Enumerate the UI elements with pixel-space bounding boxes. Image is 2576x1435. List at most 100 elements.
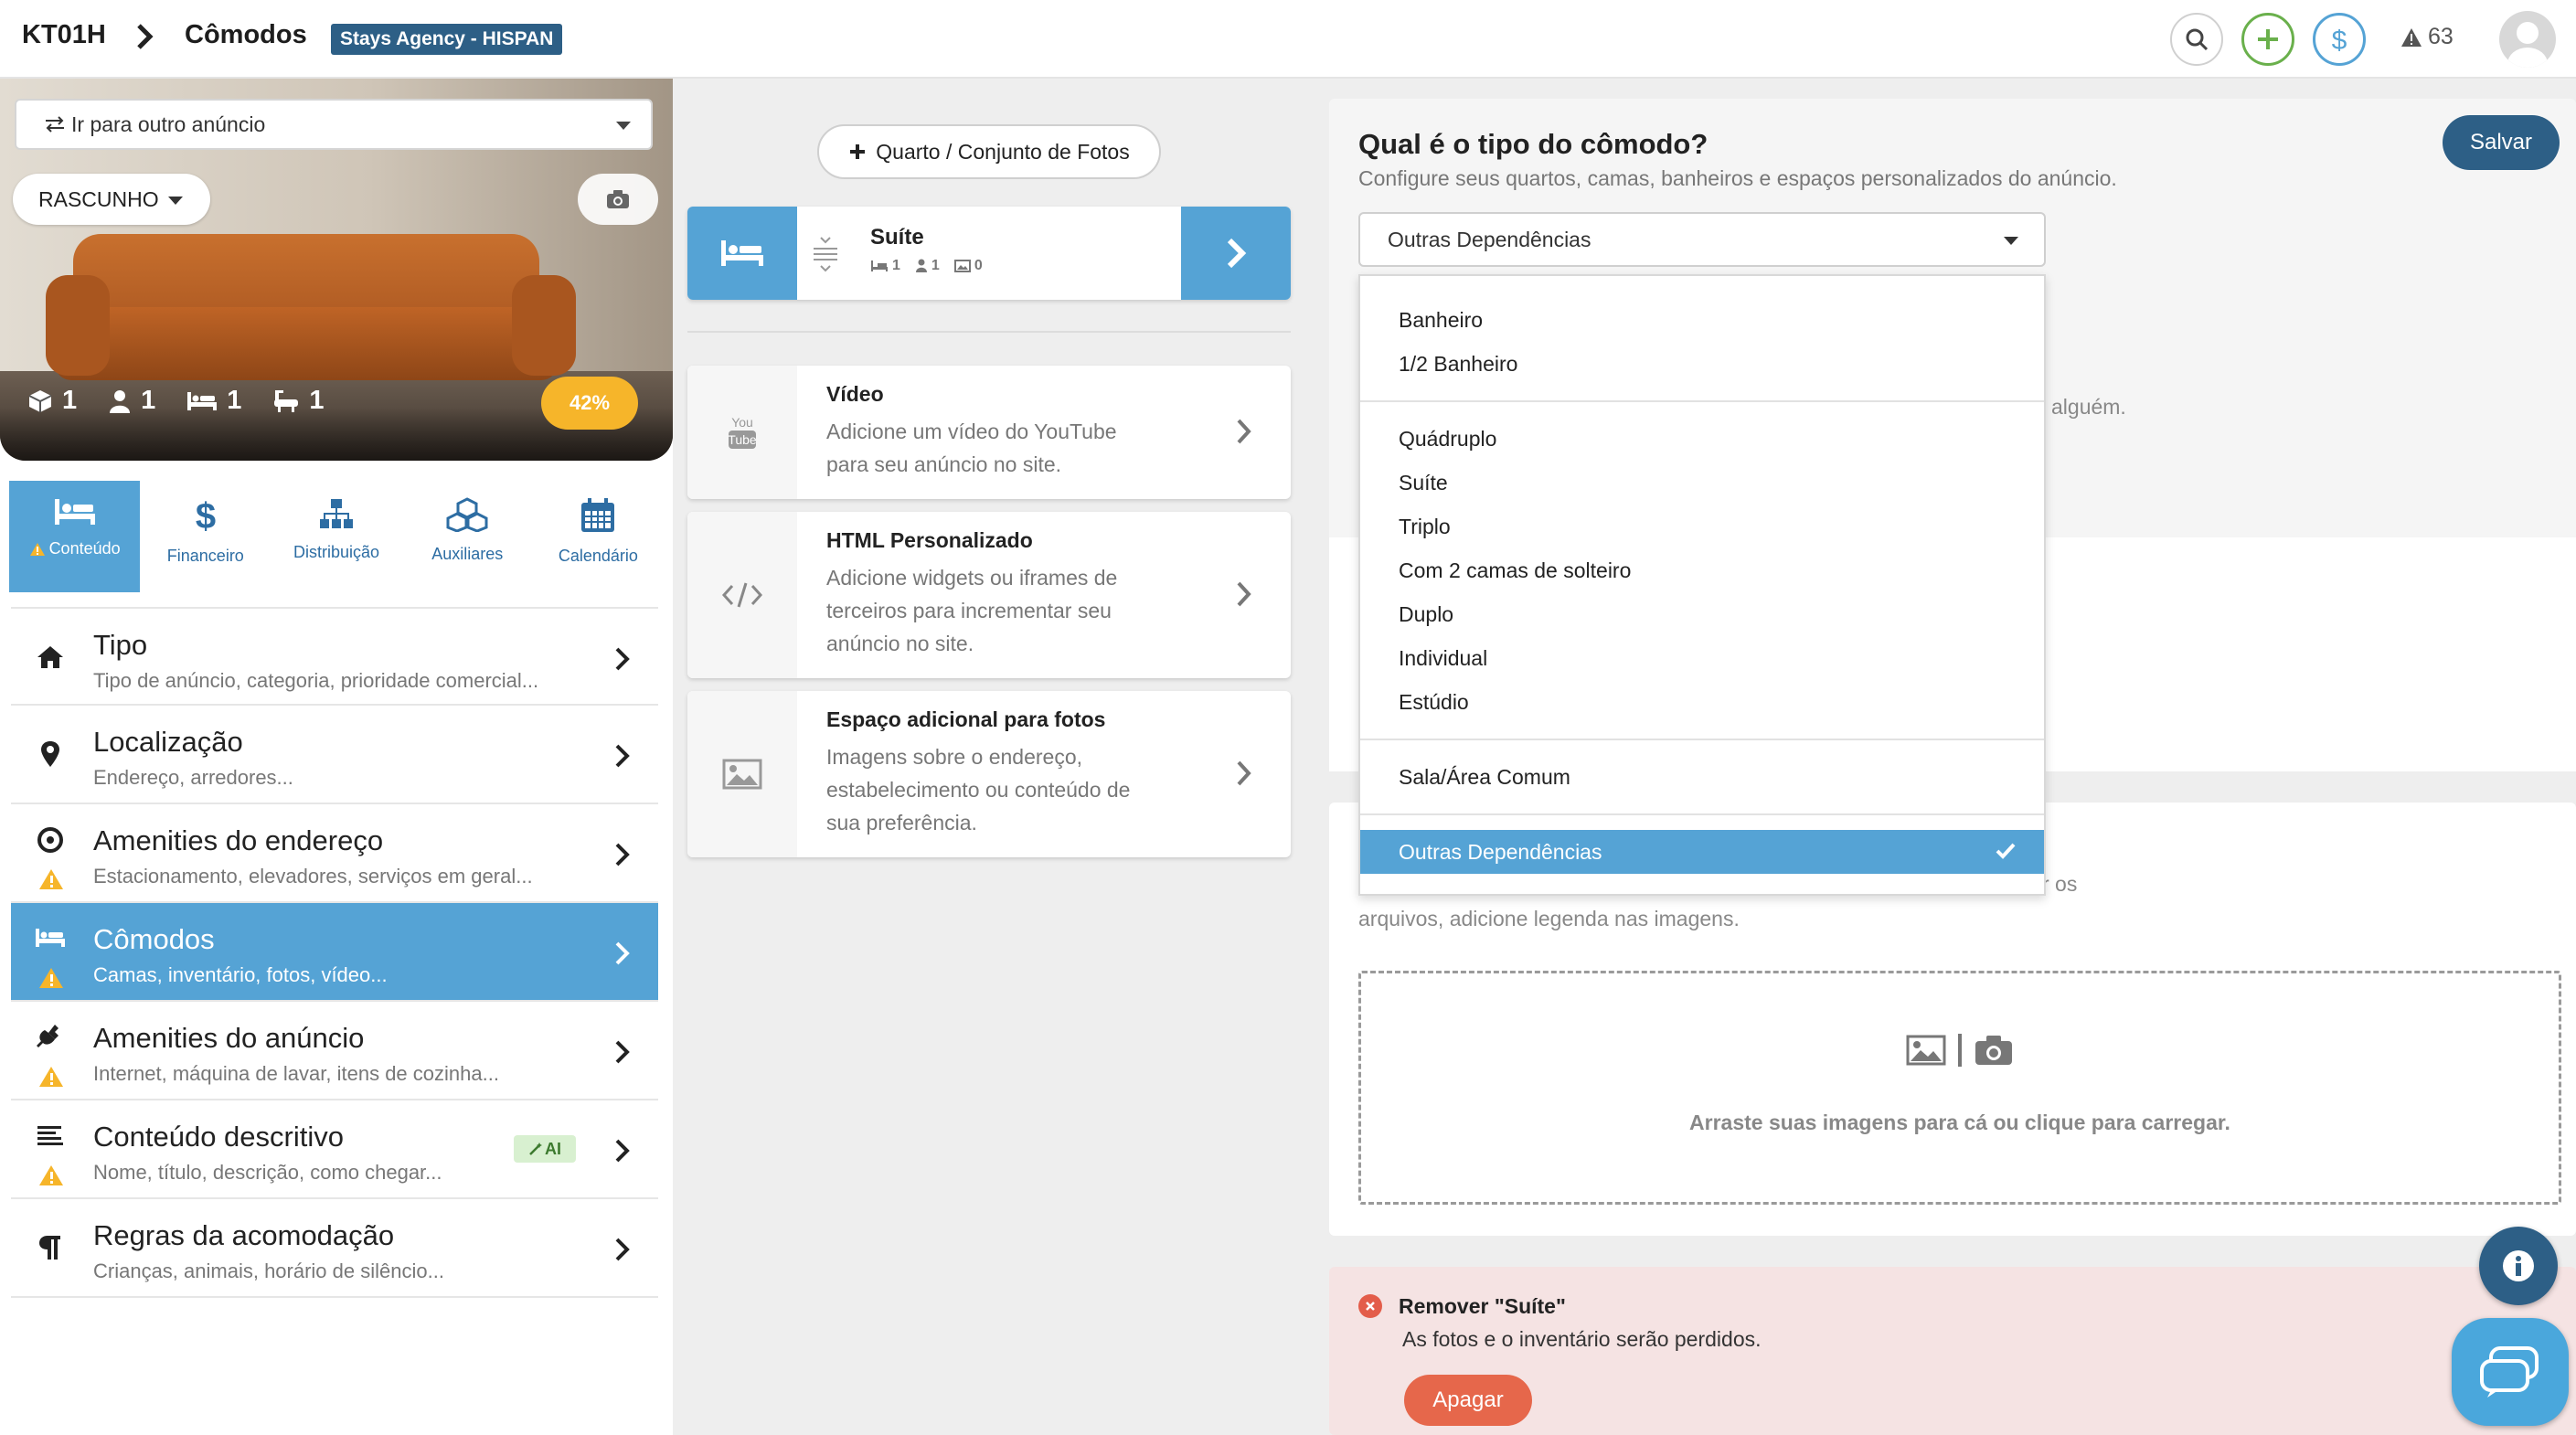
listing-hero-photo: Ir para outro anúncio RASCUNHO 1 1 1 1 4… — [0, 79, 673, 461]
tab-financeiro[interactable]: $ Financeiro — [140, 481, 271, 592]
menu-item-localizacao[interactable]: Localização Endereço, arredores... — [11, 706, 658, 804]
section-tabs: Conteúdo $ Financeiro Distribuição Auxil… — [9, 481, 664, 592]
divider-bar-icon — [1958, 1034, 1962, 1067]
info-icon — [2503, 1250, 2534, 1281]
tab-conteudo[interactable]: Conteúdo — [9, 481, 141, 592]
dropdown-option[interactable]: Quádruplo — [1360, 417, 2044, 461]
menu-item-amenities-endereco[interactable]: Amenities do endereço Estacionamento, el… — [11, 804, 658, 903]
tab-label: Financeiro — [166, 547, 244, 565]
chat-button[interactable] — [2452, 1318, 2569, 1426]
dropdown-group-common: Sala/Área Comum — [1360, 740, 2044, 815]
dropdown-option[interactable]: Triplo — [1360, 505, 2044, 548]
dollar-icon: $ — [196, 497, 216, 534]
menu-item-subtitle: Internet, máquina de lavar, itens de coz… — [93, 1062, 499, 1085]
image-icon — [953, 260, 971, 272]
dropdown-option[interactable]: Estúdio — [1360, 680, 2044, 724]
chevron-down-icon — [2004, 237, 2018, 245]
change-photo-button[interactable] — [578, 174, 658, 225]
dropdown-option[interactable]: Banheiro — [1360, 298, 2044, 342]
menu-item-amenities-anuncio[interactable]: Amenities do anúncio Internet, máquina d… — [11, 1002, 658, 1100]
room-guests: 1 — [915, 258, 940, 274]
menu-item-conteudo-descritivo[interactable]: Conteúdo descritivo Nome, título, descri… — [11, 1100, 658, 1199]
menu-item-subtitle: Tipo de anúncio, categoria, prioridade c… — [93, 669, 539, 692]
room-meta: 1 1 0 — [870, 258, 983, 274]
status-dropdown[interactable]: RASCUNHO — [13, 174, 210, 225]
sofa-seat — [55, 307, 558, 380]
dropdown-option[interactable]: 1/2 Banheiro — [1360, 342, 2044, 386]
pin-icon — [41, 741, 59, 767]
dropdown-option[interactable]: Sala/Área Comum — [1360, 755, 2044, 799]
dropdown-option[interactable]: Individual — [1360, 636, 2044, 680]
goto-listing-label: Ir para outro anúncio — [71, 112, 266, 136]
save-button[interactable]: Salvar — [2443, 115, 2560, 170]
sitemap-icon — [320, 499, 353, 528]
divider — [687, 331, 1291, 333]
alerts-count: 63 — [2428, 24, 2454, 49]
swap-icon — [46, 116, 64, 133]
tab-calendario[interactable]: Calendário — [533, 481, 664, 592]
chevron-right-icon — [615, 647, 630, 671]
dropdown-option[interactable]: Com 2 camas de solteiro — [1360, 548, 2044, 592]
feature-icon-box — [687, 512, 797, 678]
room-beds: 1 — [870, 258, 900, 274]
camera-icon — [1975, 1036, 2012, 1065]
chevron-right-icon — [615, 843, 630, 866]
youtube-icon: You Tube — [728, 415, 757, 449]
magic-wand-icon — [529, 1143, 542, 1155]
info-button[interactable] — [2479, 1227, 2558, 1305]
feature-card-video[interactable]: You Tube Vídeo Adicione um vídeo do YouTu… — [687, 366, 1291, 499]
chevron-right-icon — [615, 1040, 630, 1064]
page-title: Cômodos — [185, 20, 307, 49]
add-button[interactable] — [2241, 13, 2294, 66]
delete-room-button[interactable]: Apagar — [1404, 1375, 1532, 1426]
stat-units: 1 — [27, 386, 77, 416]
user-icon — [915, 259, 927, 272]
sofa-arm-right — [512, 275, 576, 376]
listing-code[interactable]: KT01H — [22, 20, 106, 50]
svg-text:$: $ — [2332, 26, 2347, 55]
room-photos: 0 — [953, 258, 983, 274]
tab-label: Distribuição — [293, 543, 380, 561]
target-icon — [37, 827, 63, 853]
dropdown-option[interactable]: Suíte — [1360, 461, 2044, 505]
bed-icon — [721, 240, 763, 266]
completion-progress[interactable]: 42% — [541, 377, 638, 430]
menu-item-subtitle: Camas, inventário, fotos, vídeo... — [93, 963, 388, 986]
feature-title: Espaço adicional para fotos — [826, 707, 1106, 731]
tab-auxiliares[interactable]: Auxiliares — [402, 481, 533, 592]
room-card-suite[interactable]: Suíte 1 1 0 — [687, 207, 1291, 300]
image-dropzone[interactable]: Arraste suas imagens para cá ou clique p… — [1358, 971, 2561, 1205]
room-open-button[interactable] — [1181, 207, 1291, 300]
chevron-right-icon — [1237, 419, 1251, 444]
chevron-right-icon — [615, 941, 630, 965]
cube-icon — [28, 389, 52, 412]
feature-icon-box — [687, 691, 797, 857]
search-button[interactable] — [2170, 13, 2223, 66]
chevron-right-icon — [615, 744, 630, 768]
remove-room-message: As fotos e o inventário serão perdidos. — [1402, 1327, 1762, 1351]
image-icon — [722, 759, 762, 790]
tab-distribuicao[interactable]: Distribuição — [271, 481, 401, 592]
drag-handle-icon[interactable] — [812, 236, 839, 272]
bath-icon — [274, 389, 299, 412]
goto-listing-select[interactable]: Ir para outro anúncio — [15, 99, 653, 150]
tab-label: Calendário — [558, 547, 638, 565]
feature-card-html[interactable]: HTML Personalizado Adicione widgets ou i… — [687, 512, 1291, 678]
plug-icon — [37, 1025, 59, 1047]
menu-item-comodos[interactable]: Cômodos Camas, inventário, fotos, vídeo.… — [11, 903, 658, 1002]
dropdown-option-selected[interactable]: Outras Dependências — [1360, 830, 2044, 874]
avatar[interactable] — [2499, 11, 2556, 68]
alerts-indicator[interactable]: 63 — [2400, 24, 2454, 50]
feature-card-extra-photos[interactable]: Espaço adicional para fotos Imagens sobr… — [687, 691, 1291, 857]
dropdown-option[interactable]: Duplo — [1360, 592, 2044, 636]
menu-item-tipo[interactable]: Tipo Tipo de anúncio, categoria, priorid… — [11, 607, 658, 706]
feature-description: Adicione um vídeo do YouTube para seu an… — [826, 420, 1117, 476]
finance-button[interactable]: $ — [2313, 13, 2366, 66]
dropdown-group-bathrooms: Banheiro 1/2 Banheiro — [1360, 276, 2044, 402]
room-type-select[interactable]: Outras Dependências — [1358, 212, 2046, 267]
menu-item-regras[interactable]: Regras da acomodação Crianças, animais, … — [11, 1199, 658, 1298]
background-text: arquivos, adicione legenda nas imagens. — [1358, 907, 1740, 930]
warning-icon — [39, 1165, 63, 1185]
add-room-button[interactable]: Quarto / Conjunto de Fotos — [817, 124, 1161, 179]
bed-icon — [871, 260, 888, 271]
